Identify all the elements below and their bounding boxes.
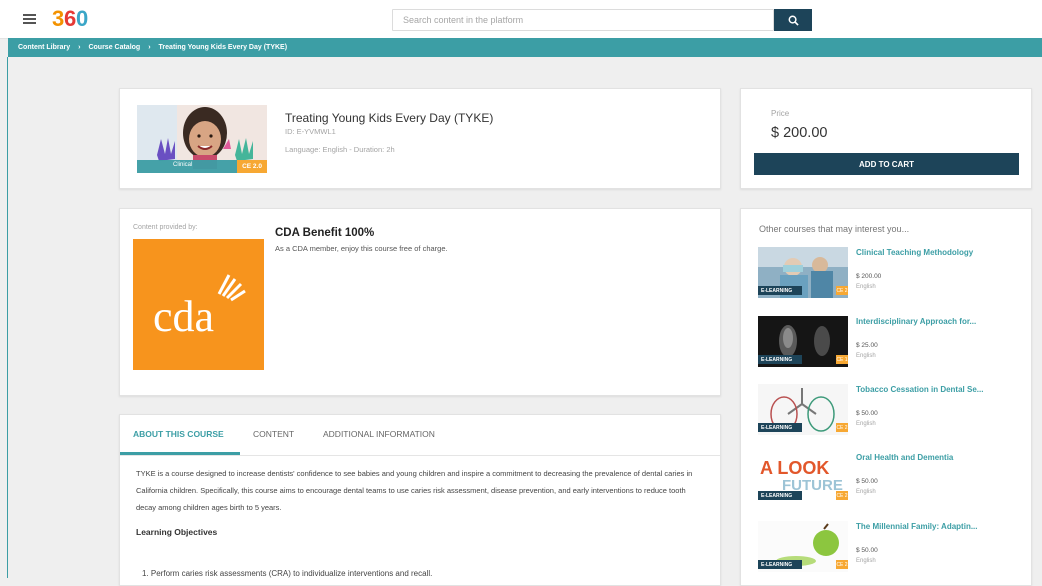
add-to-cart-button[interactable]: ADD TO CART (754, 153, 1019, 175)
tab-additional-information[interactable]: ADDITIONAL INFORMATION (323, 429, 435, 439)
course-id: ID: E-YVMWL1 (285, 127, 336, 136)
top-bar: 3 6 0 Search content in the platform (0, 0, 1042, 39)
course-thumbnail: E-LEARNING CE 2 (758, 521, 848, 572)
recommended-course-price: $ 200.00 (856, 273, 882, 280)
ce-badge: CE 2 (836, 560, 848, 569)
ce-badge: CE 1 (836, 355, 848, 364)
course-thumbnail: E-LEARNING CE 1 (758, 316, 848, 367)
recommendations-card: Other courses that may interest you... E… (740, 208, 1032, 586)
logo-graphic: 3 6 0 (52, 6, 88, 31)
recommended-course-language: English (856, 284, 876, 290)
breadcrumb: Content Library › Course Catalog › Treat… (8, 38, 1042, 57)
course-meta: Language: English - Duration: 2h (285, 145, 395, 154)
provided-by-label: Content provided by: (133, 224, 198, 231)
recommended-course-item[interactable]: E-LEARNING CE 2 Tobacco Cessation in Den… (758, 384, 1018, 438)
recommended-course-price: $ 50.00 (856, 410, 878, 417)
recommended-course-item[interactable]: A LOOK FUTURE E-LEARNING CE 2 Oral Healt… (758, 452, 1018, 506)
breadcrumb-current: Treating Young Kids Every Day (TYKE) (158, 44, 288, 51)
recommended-course-price: $ 50.00 (856, 547, 878, 554)
left-accent-line (7, 57, 8, 578)
recommended-course-item[interactable]: E-LEARNING CE 2 The Millennial Family: A… (758, 521, 1018, 575)
recommended-course-price: $ 25.00 (856, 342, 878, 349)
ce-badge: CE 2 (836, 423, 848, 432)
svg-text:3: 3 (52, 6, 64, 31)
benefit-text: As a CDA member, enjoy this course free … (275, 244, 448, 253)
about-description: TYKE is a course designed to increase de… (136, 469, 693, 512)
e-learning-badge: E-LEARNING (758, 355, 802, 364)
e-learning-badge: E-LEARNING (758, 560, 802, 569)
ce-badge: CE 2.0 (237, 160, 267, 173)
recommended-course-item[interactable]: E-LEARNING CE 2 Clinical Teaching Method… (758, 247, 1018, 301)
chevron-right-icon: › (78, 44, 81, 51)
tab-bar: ABOUT THIS COURSE CONTENT ADDITIONAL INF… (120, 415, 720, 456)
e-learning-badge: E-LEARNING (758, 286, 802, 295)
breadcrumb-course-catalog[interactable]: Course Catalog (88, 44, 140, 51)
recommended-course-title[interactable]: Clinical Teaching Methodology (856, 248, 1016, 257)
logo-360[interactable]: 3 6 0 (52, 5, 92, 33)
tab-about-this-course[interactable]: ABOUT THIS COURSE (133, 429, 224, 439)
e-learning-badge: E-LEARNING (758, 423, 802, 432)
thumb-category-strip: Clinical (137, 160, 237, 173)
ce-badge: CE 2 (836, 286, 848, 295)
search-icon (788, 15, 799, 26)
course-header-card: Clinical CE 2.0 Treating Young Kids Ever… (119, 88, 721, 189)
hamburger-menu-icon[interactable] (23, 14, 36, 24)
course-title: Treating Young Kids Every Day (TYKE) (285, 111, 494, 125)
search-input[interactable]: Search content in the platform (392, 9, 774, 31)
e-learning-badge: E-LEARNING (758, 491, 802, 500)
cda-logo-image: cda (133, 239, 264, 370)
course-thumbnail: E-LEARNING CE 2 (758, 247, 848, 298)
course-details-card: ABOUT THIS COURSE CONTENT ADDITIONAL INF… (119, 414, 721, 586)
search-button[interactable] (774, 9, 812, 31)
svg-text:6: 6 (64, 6, 76, 31)
recommended-course-title[interactable]: The Millennial Family: Adaptin... (856, 522, 1016, 531)
tab-content[interactable]: CONTENT (253, 429, 294, 439)
price-label: Price (771, 109, 790, 118)
price-value: $ 200.00 (771, 125, 828, 141)
recommended-course-price: $ 50.00 (856, 478, 878, 485)
svg-text:A LOOK: A LOOK (760, 458, 829, 478)
recommended-course-item[interactable]: E-LEARNING CE 1 Interdisciplinary Approa… (758, 316, 1018, 370)
benefit-title: CDA Benefit 100% (275, 227, 375, 239)
recommended-course-language: English (856, 421, 876, 427)
recommended-course-language: English (856, 558, 876, 564)
learning-objective-item: 1. Perform caries risk assessments (CRA)… (142, 569, 433, 578)
recommended-course-language: English (856, 353, 876, 359)
recommendations-title: Other courses that may interest you... (759, 224, 910, 234)
recommended-course-title[interactable]: Tobacco Cessation in Dental Se... (856, 385, 1016, 394)
thumb-category-label: Clinical (173, 162, 193, 168)
svg-text:0: 0 (76, 6, 88, 31)
learning-objectives-heading: Learning Objectives (136, 527, 218, 537)
ce-badge: CE 2 (836, 491, 848, 500)
breadcrumb-content-library[interactable]: Content Library (18, 44, 70, 51)
recommended-course-title[interactable]: Oral Health and Dementia (856, 453, 1016, 462)
course-thumbnail: E-LEARNING CE 2 (758, 384, 848, 435)
course-thumbnail: Clinical CE 2.0 (137, 105, 267, 173)
chevron-right-icon: › (148, 44, 151, 51)
recommended-course-title[interactable]: Interdisciplinary Approach for... (856, 317, 1016, 326)
price-card: Price $ 200.00 ADD TO CART (740, 88, 1032, 189)
provider-card: Content provided by: cda CDA Benefit 100… (119, 208, 721, 396)
recommended-course-language: English (856, 489, 876, 495)
course-thumbnail: A LOOK FUTURE E-LEARNING CE 2 (758, 452, 848, 503)
cda-logo: cda (133, 239, 264, 370)
cda-logo-text: cda (153, 292, 214, 341)
active-tab-indicator (120, 452, 240, 455)
